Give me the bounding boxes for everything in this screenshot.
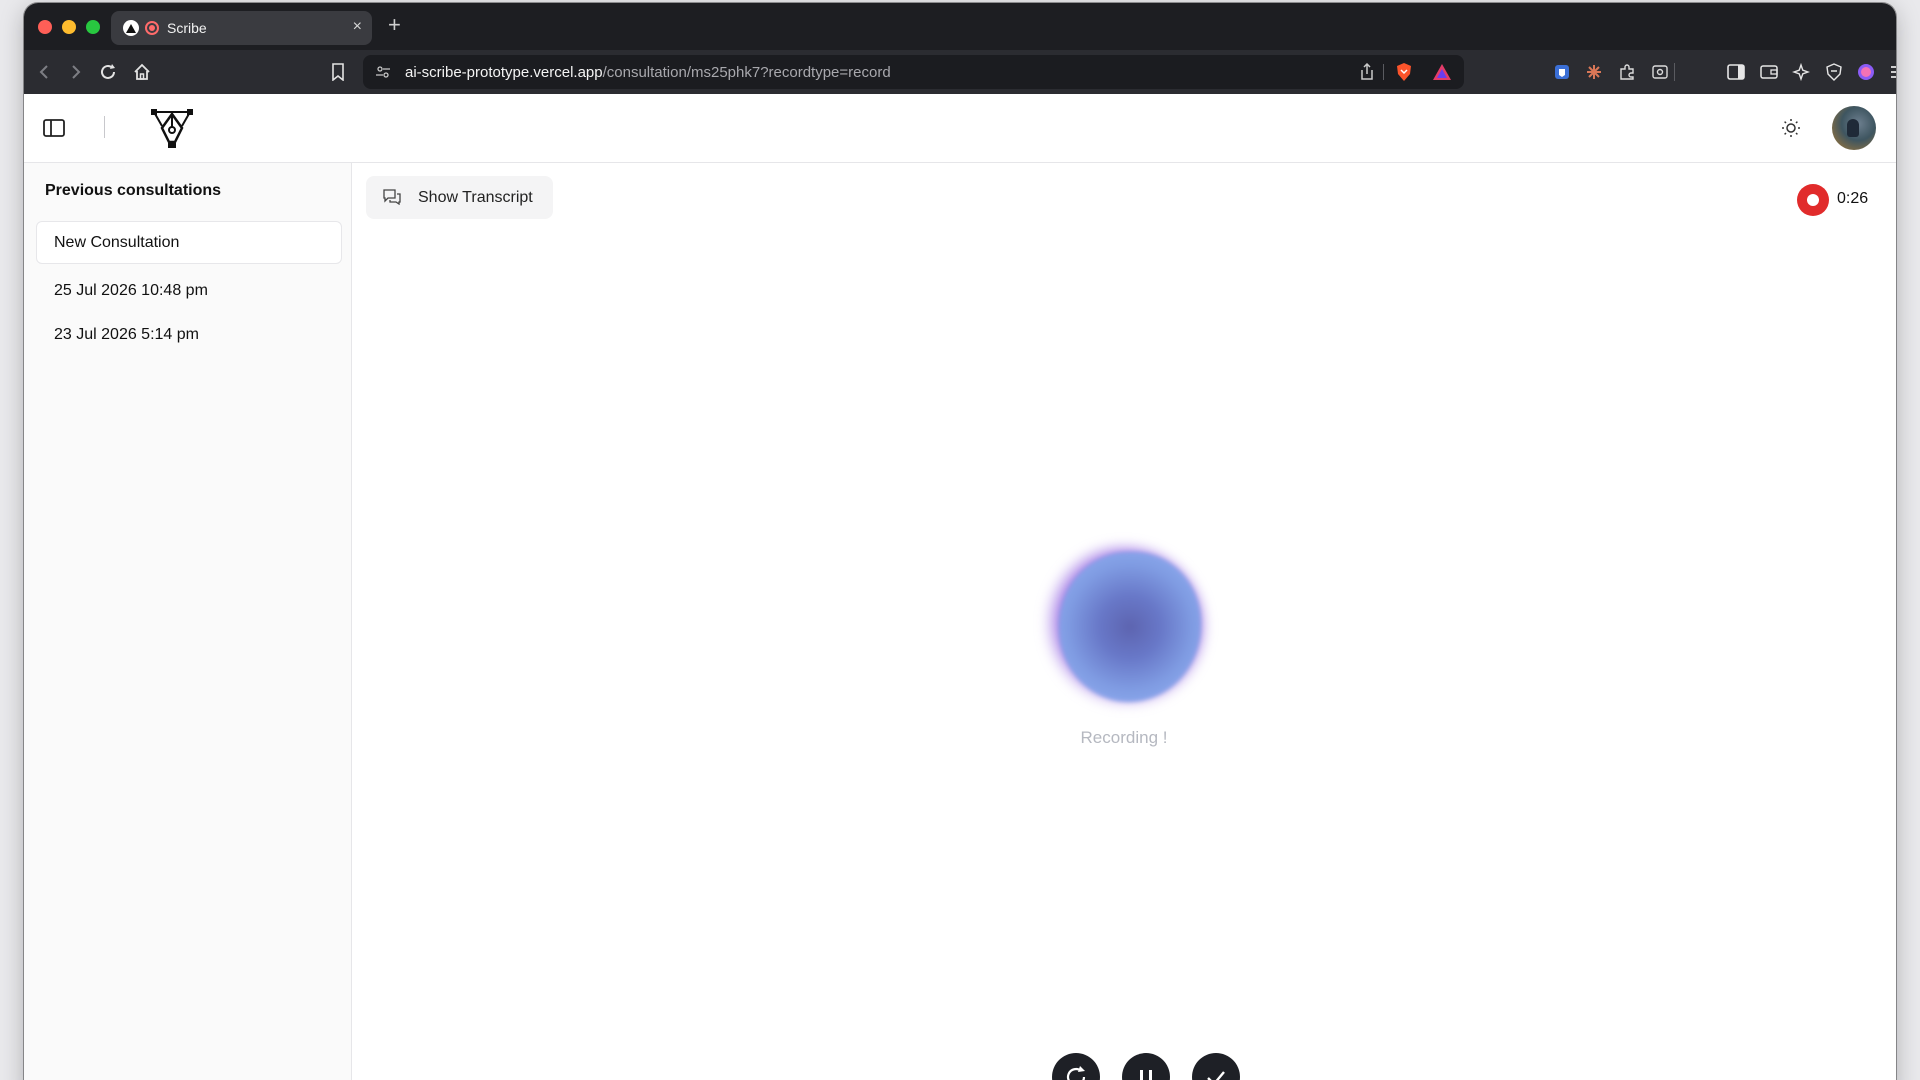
consultation-item[interactable]: 23 Jul 2026 5:14 pm — [54, 326, 199, 344]
record-icon — [1797, 184, 1829, 216]
wallet-icon[interactable] — [1757, 60, 1781, 84]
pause-button[interactable] — [1122, 1053, 1170, 1080]
pause-icon — [1132, 1063, 1160, 1080]
new-tab-button[interactable]: + — [388, 14, 401, 36]
claude-extension-icon[interactable] — [1582, 60, 1606, 84]
recording-status: Recording ! — [1080, 728, 1168, 747]
back-icon[interactable] — [32, 60, 56, 84]
tab-scribe[interactable]: Scribe × — [111, 11, 372, 45]
url-path: /consultation/ms25phk7?recordtype=record — [602, 64, 891, 81]
finish-button[interactable] — [1192, 1053, 1240, 1080]
reload-icon[interactable] — [96, 60, 120, 84]
tab-strip: Scribe × + — [24, 3, 1896, 50]
omnibox-divider — [1383, 64, 1384, 80]
check-icon — [1202, 1063, 1230, 1080]
url-text[interactable]: ai-scribe-prototype.vercel.app/consultat… — [405, 64, 891, 81]
recording-tab-icon — [145, 21, 159, 35]
main-panel: Show Transcript 0:26 Recording ! — [352, 163, 1896, 1080]
tab-title: Scribe — [167, 20, 207, 36]
profile-icon[interactable] — [1854, 60, 1878, 84]
sidebar-toggle-icon[interactable] — [42, 117, 66, 141]
menu-icon[interactable] — [1887, 60, 1896, 84]
recording-orb-core — [1059, 552, 1201, 702]
tab-close-icon[interactable]: × — [353, 18, 362, 36]
maximize-window-button[interactable] — [86, 20, 100, 34]
home-icon[interactable] — [130, 60, 154, 84]
new-consultation-label: New Consultation — [54, 234, 180, 251]
sidebar-heading: Previous consultations — [45, 182, 222, 199]
leo-ai-icon[interactable] — [1789, 60, 1813, 84]
toolbar-divider — [1674, 63, 1675, 81]
brave-rewards-icon[interactable] — [1432, 63, 1452, 86]
brave-shield-icon[interactable] — [1395, 62, 1413, 87]
app-header — [24, 94, 1896, 163]
show-transcript-button[interactable]: Show Transcript — [366, 176, 553, 219]
forward-icon[interactable] — [64, 60, 88, 84]
show-transcript-label: Show Transcript — [418, 189, 533, 206]
restart-button[interactable] — [1052, 1053, 1100, 1080]
sidebar-panel-icon[interactable] — [1724, 60, 1748, 84]
recording-orb — [1041, 538, 1221, 718]
logo-icon[interactable] — [148, 104, 196, 152]
url-host: ai-scribe-prototype.vercel.app — [405, 64, 603, 81]
vpn-shield-icon[interactable] — [1822, 60, 1846, 84]
extensions-puzzle-icon[interactable] — [1615, 60, 1639, 84]
recording-timer: 0:26 — [1837, 190, 1869, 207]
avatar[interactable] — [1832, 106, 1876, 150]
bitwarden-extension-icon[interactable] — [1550, 60, 1574, 84]
chat-icon — [383, 189, 401, 206]
browser-toolbar: ai-scribe-prototype.vercel.app/consultat… — [24, 50, 1896, 94]
close-window-button[interactable] — [38, 20, 52, 34]
consultation-item[interactable]: 25 Jul 2026 10:48 pm — [54, 282, 208, 300]
sidebar: Previous consultations New Consultation … — [24, 163, 352, 1080]
screenshot-extension-icon[interactable] — [1648, 60, 1672, 84]
address-bar[interactable]: ai-scribe-prototype.vercel.app/consultat… — [363, 55, 1464, 89]
sun-icon[interactable] — [1780, 117, 1802, 139]
minimize-window-button[interactable] — [62, 20, 76, 34]
vercel-favicon-icon — [123, 20, 139, 36]
browser-window: Scribe × + ai-scribe-prototype.vercel.ap… — [24, 3, 1896, 1080]
share-icon[interactable] — [1359, 62, 1375, 86]
header-divider — [104, 116, 105, 138]
bookmark-icon[interactable] — [326, 60, 350, 84]
site-settings-icon[interactable] — [375, 64, 391, 85]
restart-icon — [1062, 1063, 1090, 1080]
new-consultation-button[interactable]: New Consultation — [36, 221, 342, 264]
